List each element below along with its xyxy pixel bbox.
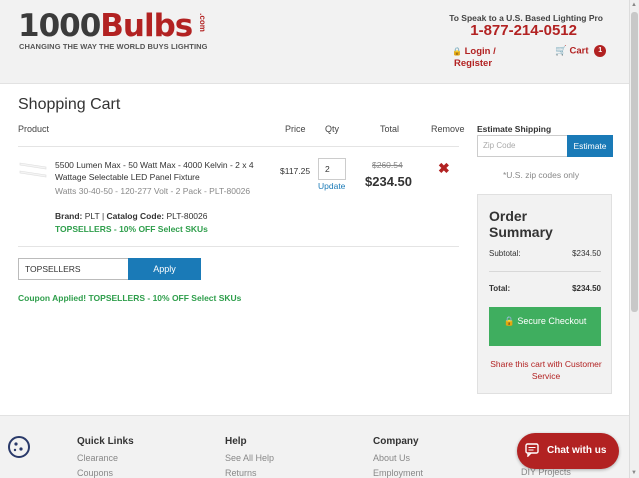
chat-button[interactable]: Chat with us [517, 433, 619, 469]
register-link[interactable]: Register [454, 58, 492, 69]
subtotal-row: Subtotal: $234.50 [489, 249, 601, 258]
page-scrollbar[interactable]: ▲ ▼ [629, 0, 639, 478]
footer-link-returns[interactable]: Returns [225, 466, 274, 478]
logo-word: Bulbs [100, 8, 193, 44]
logo-number: 1000 [18, 8, 101, 44]
secure-checkout-button[interactable]: 🔒 Secure Checkout [489, 307, 601, 346]
scroll-down-arrow-icon[interactable]: ▼ [631, 470, 637, 476]
original-total: $260.54 [372, 160, 403, 170]
cookie-icon[interactable] [7, 435, 31, 459]
cart-icon: 🛒 [555, 45, 567, 57]
login-link[interactable]: 🔒 Login / [452, 45, 496, 58]
column-header-product: Product [18, 124, 50, 134]
coupon-input[interactable]: TOPSELLERS [18, 258, 129, 280]
update-link[interactable]: Update [318, 181, 345, 191]
footer-link-employment[interactable]: Employment [373, 466, 423, 478]
footer-link-see-all-help[interactable]: See All Help [225, 451, 274, 466]
chat-bubble-icon [525, 443, 539, 457]
estimate-shipping-title: Estimate Shipping [477, 124, 552, 134]
help-title: Help [225, 436, 247, 447]
footer-link-clearance[interactable]: Clearance [77, 451, 134, 466]
company-title: Company [373, 436, 419, 447]
subtotal-label: Subtotal: [489, 249, 521, 258]
column-header-qty: Qty [325, 124, 340, 134]
item-divider [18, 246, 459, 247]
product-name[interactable]: 5500 Lumen Max - 50 Watt Max - 4000 Kelv… [55, 159, 275, 183]
checkout-label: Secure Checkout [517, 316, 587, 326]
coupon-applied-message: Coupon Applied! TOPSELLERS - 10% OFF Sel… [18, 293, 242, 303]
scroll-up-arrow-icon[interactable]: ▲ [631, 2, 637, 8]
product-spec: Watts 30-40-50 - 120-277 Volt - 2 Pack -… [55, 186, 251, 196]
login-label: Login / [464, 46, 496, 57]
footer-help: Help See All Help Returns [225, 436, 274, 478]
share-cart-link[interactable]: Share this cart with Customer Service [484, 358, 608, 382]
site-logo[interactable]: 1000Bulbs .com [18, 8, 207, 44]
header-divider [18, 146, 459, 147]
tagline: CHANGING THE WAY THE WORLD BUYS LIGHTING [19, 42, 208, 51]
footer-link-coupons[interactable]: Coupons [77, 466, 134, 478]
footer-link-about-us[interactable]: About Us [373, 451, 423, 466]
cart-link[interactable]: 🛒 Cart 1 [555, 45, 607, 57]
footer-company: Company About Us Employment [373, 436, 423, 478]
estimate-button[interactable]: Estimate [567, 135, 613, 157]
product-brand: Brand: PLT | Catalog Code: PLT-80026 [55, 211, 208, 221]
remove-x-icon[interactable]: ✖ [438, 160, 450, 177]
quick-links-title: Quick Links [77, 436, 134, 447]
total-label: Total: [489, 284, 511, 293]
subtotal-value: $234.50 [572, 249, 601, 258]
footer-quick-links: Quick Links Clearance Coupons [77, 436, 134, 478]
zip-code-input[interactable]: Zip Code [477, 135, 568, 157]
unit-price: $117.25 [280, 166, 311, 176]
total-row: Total: $234.50 [489, 284, 601, 293]
product-promo: TOPSELLERS - 10% OFF Select SKUs [55, 224, 208, 234]
column-header-price: Price [285, 124, 306, 134]
logo-suffix: .com [197, 13, 207, 32]
phone-number[interactable]: 1-877-214-0512 [470, 22, 577, 39]
lock-icon: 🔒 [452, 47, 462, 56]
chat-label: Chat with us [547, 445, 607, 456]
scroll-thumb[interactable] [631, 12, 638, 312]
brand-label: Brand: [55, 211, 83, 221]
lock-icon: 🔒 [503, 316, 515, 326]
cart-count-badge: 1 [594, 45, 607, 57]
order-summary-panel: Order Summary Subtotal: $234.50 Total: $… [477, 194, 612, 394]
cart-label: Cart [569, 45, 589, 57]
product-image[interactable] [18, 159, 48, 181]
brand-value: PLT [84, 211, 100, 221]
column-header-remove: Remove [431, 124, 465, 134]
catalog-label: Catalog Code: [106, 211, 165, 221]
total-value: $234.50 [572, 284, 601, 293]
zip-note: *U.S. zip codes only [503, 170, 580, 180]
order-summary-title: Order Summary [489, 208, 553, 240]
catalog-value: PLT-80026 [166, 211, 208, 221]
line-total: $234.50 [365, 174, 412, 189]
column-header-total: Total [380, 124, 400, 134]
apply-coupon-button[interactable]: Apply [128, 258, 201, 280]
quantity-input[interactable]: 2 [318, 158, 346, 180]
site-header: 1000Bulbs .com CHANGING THE WAY THE WORL… [0, 0, 629, 84]
summary-divider [489, 271, 601, 272]
page-title: Shopping Cart [18, 96, 121, 113]
